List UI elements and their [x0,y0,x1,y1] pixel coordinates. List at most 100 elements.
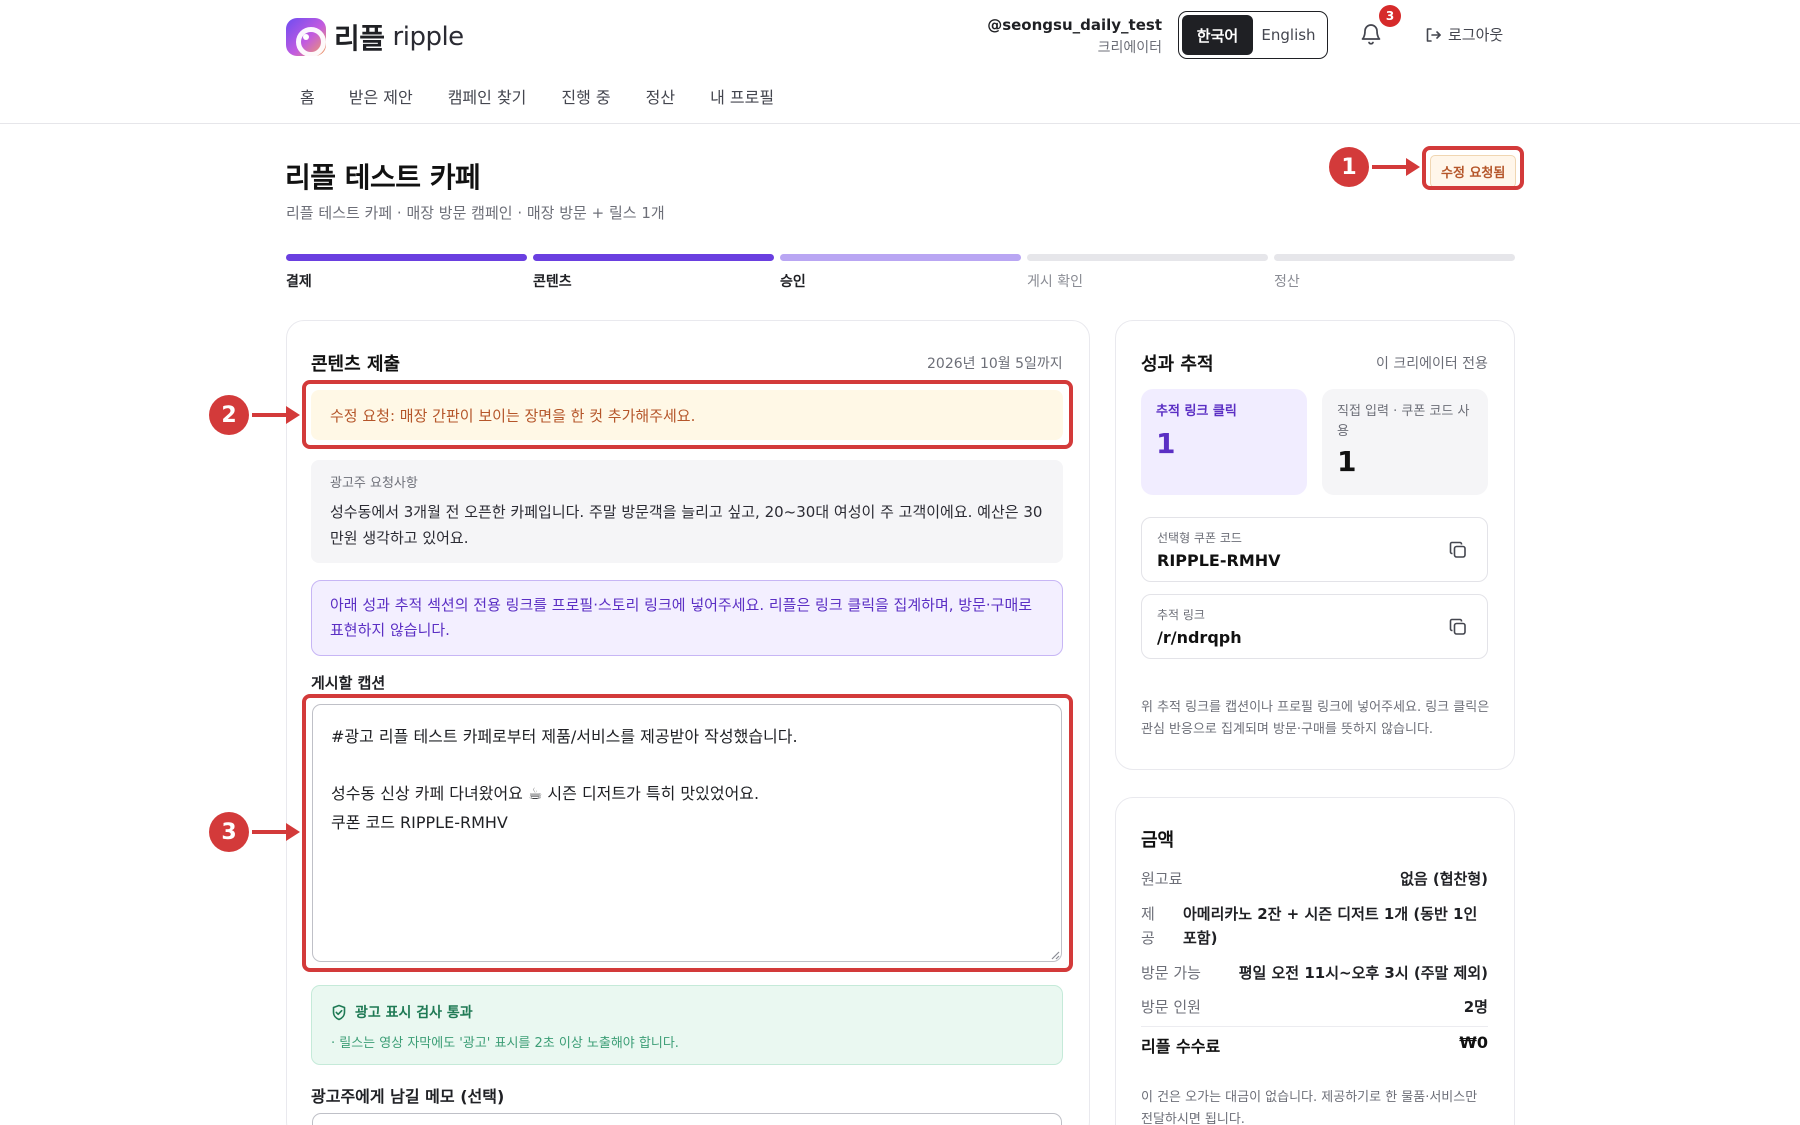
coupon-code-label: 선택형 쿠폰 코드 [1157,531,1242,545]
nav-my-profile[interactable]: 내 프로필 [710,84,774,108]
user-info: @seongsu_daily_test 크리에이터 [987,16,1162,57]
link-clicks-metric: 추적 링크 클릭 1 [1141,389,1307,495]
revision-request-notice: 수정 요청: 매장 간판이 보이는 장면을 한 컷 추가해주세요. [311,390,1063,440]
nav-home[interactable]: 홈 [300,84,315,108]
people-label: 방문 인원 [1141,998,1201,1016]
memo-textarea[interactable] [312,1113,1062,1125]
step-bar [533,254,774,261]
step-payment: 결제 [286,254,527,291]
direct-coupon-label: 직접 입력 · 쿠폰 코드 사용 [1337,404,1470,439]
visit-value: 평일 오전 11시~오후 3시 (주말 제외) [1238,964,1488,982]
main-nav: 홈 받은 제안 캠페인 찾기 진행 중 정산 내 프로필 [286,84,809,108]
step-bar [286,254,527,261]
visit-label: 방문 가능 [1141,964,1201,982]
step-content: 콘텐츠 [533,254,774,291]
caption-line: #광고 리플 테스트 카페로부터 제품/서비스를 제공받아 작성했습니다. [331,727,798,746]
content-deadline: 2026년 10월 5일까지 [927,356,1063,372]
annotation-marker-2: 2 [209,395,249,435]
top-header: 리플 ripple @seongsu_daily_test 크리에이터 한국어 … [0,0,1800,124]
language-toggle: 한국어 English [1178,11,1328,59]
direct-coupon-metric: 직접 입력 · 쿠폰 코드 사용 1 [1322,389,1488,495]
amount-card [1115,797,1515,1125]
annotation-arrow-2 [252,406,300,424]
shield-check-icon [332,1004,346,1020]
nav-settlement[interactable]: 정산 [646,84,675,108]
annotation-marker-3: 3 [209,812,249,852]
amount-note: 이 건은 오가는 대금이 없습니다. 제공하기로 한 물품·서비스만 전달하시면… [1141,1090,1478,1125]
ripple-fee-value: ₩0 [1459,1033,1488,1052]
step-label: 콘텐츠 [533,274,572,290]
annotation-arrow-1 [1372,158,1420,176]
content-section-title: 콘텐츠 제출 [311,354,401,375]
coupon-code-box: 선택형 쿠폰 코드 RIPPLE-RMHV [1141,517,1488,582]
notification-badge: 3 [1379,5,1401,27]
step-bar [1274,254,1515,261]
logout-label: 로그아웃 [1448,26,1504,44]
step-settlement: 정산 [1274,254,1515,291]
step-label: 승인 [780,274,806,290]
lang-korean-button[interactable]: 한국어 [1182,15,1253,55]
user-role: 크리에이터 [1097,40,1162,56]
step-label: 결제 [286,274,312,290]
annotation-arrow-3 [252,823,300,841]
ad-label-check-desc: · 릴스는 영상 자막에도 '광고' 표시를 2초 이상 노출해야 합니다. [331,1036,679,1051]
caption-textarea[interactable]: #광고 리플 테스트 카페로부터 제품/서비스를 제공받아 작성했습니다. 성수동… [312,704,1062,962]
tracking-link-label: 추적 링크 [1157,608,1205,622]
ripple-fee-label: 리플 수수료 [1141,1037,1221,1056]
advertiser-request-label: 광고주 요청사항 [330,476,418,491]
step-label: 정산 [1274,274,1300,290]
logout-icon [1426,27,1441,42]
nav-in-progress[interactable]: 진행 중 [561,84,610,108]
link-clicks-value: 1 [1156,427,1176,460]
caption-line: 성수동 신상 카페 다녀왔어요 ☕ 시즌 디저트가 특히 맛있었어요. [331,784,760,803]
caption-line: 쿠폰 코드 RIPPLE-RMHV [331,812,508,832]
resize-grip-icon[interactable] [1050,950,1060,960]
advertiser-request-box: 광고주 요청사항 성수동에서 3개월 전 오픈한 카페입니다. 주말 방문객을 … [311,460,1063,563]
step-label: 게시 확인 [1027,274,1083,290]
step-bar [1027,254,1268,261]
nav-find-campaigns[interactable]: 캠페인 찾기 [448,84,527,108]
logout-button[interactable]: 로그아웃 [1424,24,1503,45]
ad-label-check-title: 광고 표시 검사 통과 [331,1002,1043,1022]
ad-label-check-box: 광고 표시 검사 통과 · 릴스는 영상 자막에도 '광고' 표시를 2초 이상… [311,985,1063,1065]
page-subtitle: 리플 테스트 카페 · 매장 방문 캠페인 · 매장 방문 + 릴스 1개 [286,204,665,222]
tracking-note: 위 추적 링크를 캡션이나 프로필 링크에 넣어주세요. 링크 클릭은 관심 반… [1141,700,1490,737]
annotation-marker-1: 1 [1329,147,1369,187]
bell-icon[interactable] [1360,22,1382,46]
people-value: 2명 [1463,998,1488,1016]
logo-en-text: ripple [392,22,465,52]
direct-coupon-value: 1 [1337,445,1357,478]
user-handle: @seongsu_daily_test [987,16,1162,34]
advertiser-request-text: 성수동에서 3개월 전 오픈한 카페입니다. 주말 방문객을 늘리고 싶고, 2… [330,503,1043,547]
copy-icon[interactable] [1448,617,1468,637]
amount-title: 금액 [1141,830,1175,851]
provide-label: 제공 [1141,905,1155,947]
copy-icon[interactable] [1448,540,1468,560]
memo-label: 광고주에게 남길 메모 (선택) [311,1087,505,1106]
logo-kr-text: 리플 [334,22,385,55]
nav-received-offers[interactable]: 받은 제안 [349,84,413,108]
step-approval: 승인 [780,254,1021,291]
tracking-meta: 이 크리에이터 전용 [1376,356,1488,372]
provide-row: 제공 아메리카노 2잔 + 시즌 디저트 1개 (동반 1인 포함) [1141,902,1488,950]
tracking-title: 성과 추적 [1141,354,1214,375]
fee-row: 원고료 없음 (협찬형) [1141,868,1488,889]
link-clicks-label: 추적 링크 클릭 [1156,404,1237,419]
step-post-confirm: 게시 확인 [1027,254,1268,291]
tracking-link-notice: 아래 성과 추적 섹션의 전용 링크를 프로필·스토리 링크에 넣어주세요. 리… [311,580,1063,656]
ad-label-check-text: 광고 표시 검사 통과 [355,1005,473,1021]
fee-label: 원고료 [1141,870,1183,888]
ripple-fee-row: 리플 수수료 ₩0 [1141,1033,1488,1057]
visit-row: 방문 가능 평일 오전 11시~오후 3시 (주말 제외) [1141,962,1488,983]
ripple-logo[interactable]: 리플 ripple [286,17,464,57]
fee-value: 없음 (협찬형) [1400,870,1488,888]
lang-english-button[interactable]: English [1253,15,1324,55]
step-bar [780,254,1021,261]
ripple-logo-icon [286,18,326,57]
provide-value: 아메리카노 2잔 + 시즌 디저트 1개 (동반 1인 포함) [1183,905,1478,947]
status-badge: 수정 요청됨 [1430,155,1517,188]
people-row: 방문 인원 2명 [1141,996,1488,1017]
amount-divider [1141,1026,1488,1027]
page-title: 리플 테스트 카페 [285,161,481,194]
tracking-link-value: /r/ndrqph [1157,628,1242,647]
